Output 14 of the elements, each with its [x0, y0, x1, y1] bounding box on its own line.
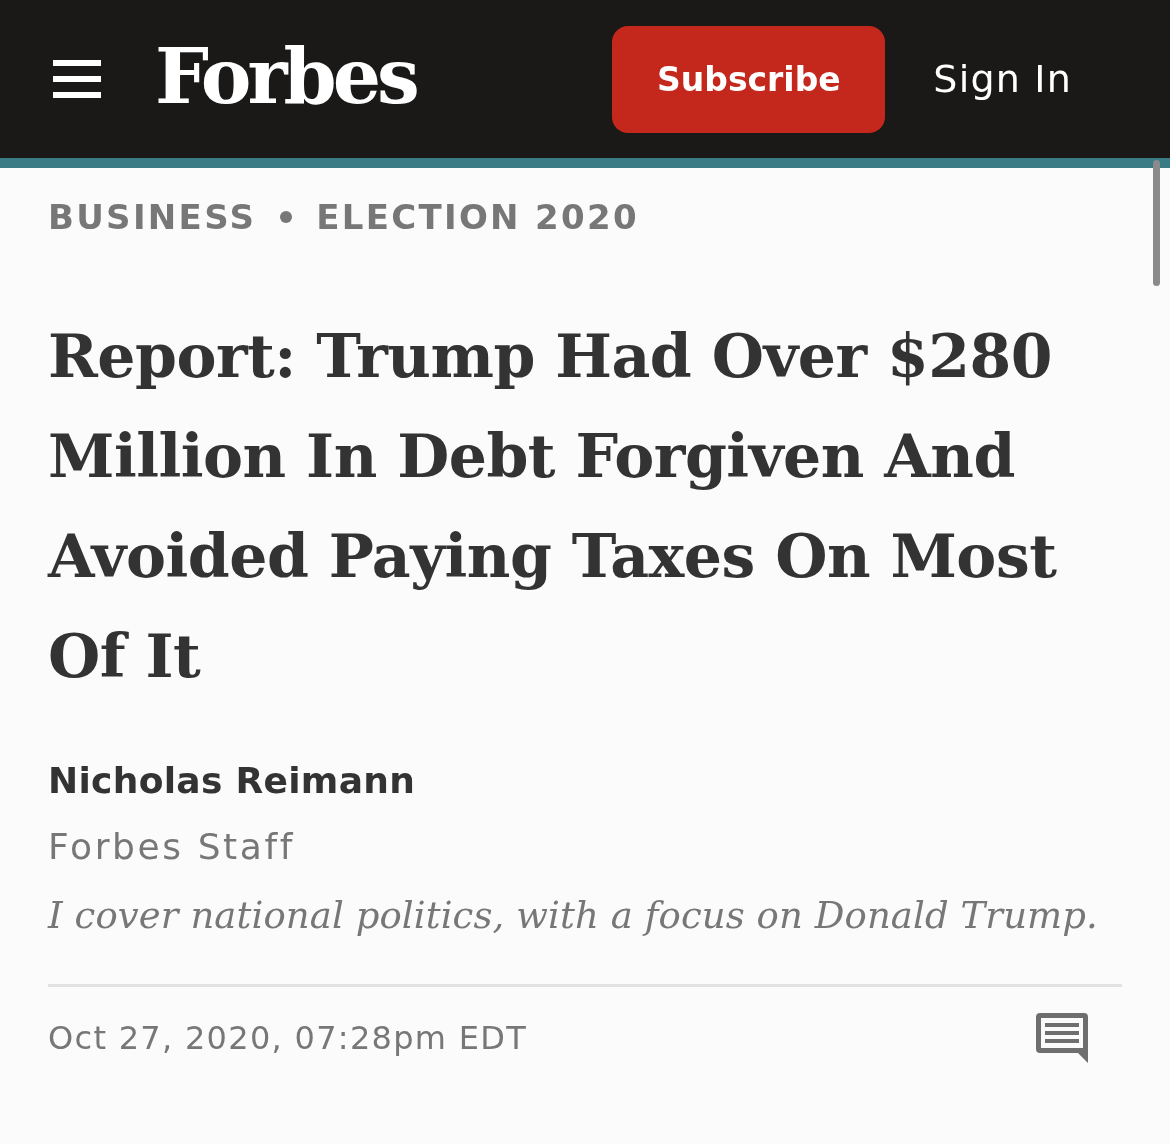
publish-date: Oct 27, 2020, 07:28pm EDT: [48, 1018, 528, 1059]
author-name[interactable]: Nicholas Reimann: [48, 758, 416, 804]
author-role: Forbes Staff: [48, 825, 296, 869]
separator-dot-icon: [280, 211, 293, 223]
article-title: Report: Trump Had Over $280 Million In Debt Forgiven And Avoided Paying Taxes On Most Of It: [48, 320, 1058, 693]
author-bio: I cover national politics, with a focus on Donald Trump.: [48, 893, 1098, 939]
sign-in-link[interactable]: Sign In: [933, 57, 1072, 101]
subscribe-button[interactable]: Subscribe: [612, 25, 886, 133]
scrollbar-thumb[interactable]: [1153, 160, 1160, 286]
menu-icon[interactable]: [53, 60, 101, 98]
category-link[interactable]: ELECTION 2020: [316, 197, 639, 237]
comment-icon[interactable]: [1036, 1013, 1088, 1063]
category-link[interactable]: BUSINESS: [48, 197, 257, 237]
forbes-logo[interactable]: Forbes: [155, 39, 416, 115]
